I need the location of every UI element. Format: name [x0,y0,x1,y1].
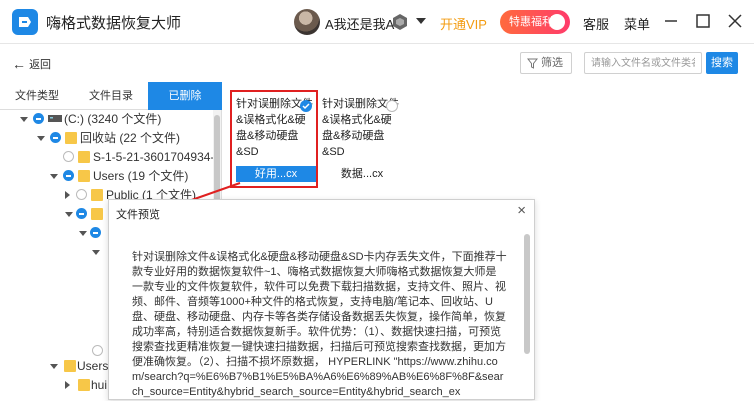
file-card[interactable]: 针对误删除文件&误格式化&硬盘&移动硬盘&SD 数据...cx [322,96,402,182]
toolbar: ← 返回 筛选 搜索 [0,44,754,82]
checkbox-partial-icon[interactable] [50,132,61,143]
promo-badge[interactable]: 特惠福利 [500,10,570,34]
expand-icon[interactable] [20,117,28,122]
title-bar: 嗨格式数据恢复大师 A我还是我A 开通VIP 特惠福利 客服 菜单 [0,0,754,44]
preview-content: 针对误删除文件&误格式化&硬盘&移动硬盘&SD卡内存丢失文件，下面推荐十款专业好… [132,251,507,398]
preview-title: 文件预览 [116,209,160,221]
checkbox-partial-icon[interactable] [33,113,44,124]
close-icon[interactable] [726,12,744,30]
checkbox-icon[interactable] [92,345,103,356]
tab-file-directory[interactable]: 文件目录 [74,82,148,110]
folder-icon [65,132,77,144]
folder-icon [78,170,90,182]
annotation-highlight-box [230,90,318,188]
menu-button[interactable]: 菜单 [624,14,650,33]
folder-icon [78,379,90,391]
tree-node-label: Users [77,359,109,373]
gift-icon [549,14,565,30]
back-label: 返回 [29,59,52,71]
tree-node-label: (C:) (3240 个文件) [64,112,162,126]
vip-link[interactable]: 开通VIP [440,14,487,33]
checkbox-icon[interactable] [76,189,87,200]
hexagon-badge-icon [393,14,407,30]
view-tabs: 文件类型 文件目录 已删除 [0,82,222,110]
service-button[interactable]: 客服 [583,14,609,33]
folder-icon [64,360,76,372]
tree-node-label: Users (19 个文件) [93,169,189,183]
expand-icon[interactable] [37,136,45,141]
arrow-left-icon: ← [12,56,26,72]
app-logo-icon [12,9,38,35]
avatar[interactable] [294,9,320,35]
checkbox-partial-icon[interactable] [63,170,74,181]
filter-label: 筛选 [541,57,563,69]
expand-icon[interactable] [50,174,58,179]
checkbox-icon[interactable] [63,151,74,162]
chevron-down-icon[interactable] [416,18,426,24]
checkbox-partial-icon[interactable] [90,227,101,238]
expand-icon[interactable] [65,191,70,199]
folder-icon [91,189,103,201]
file-card-name: 数据...cx [340,168,384,180]
folder-icon [91,208,103,220]
expand-icon[interactable] [79,231,87,236]
tab-deleted[interactable]: 已删除 [148,82,222,110]
tab-file-type[interactable]: 文件类型 [0,82,74,110]
back-button[interactable]: ← 返回 [12,56,51,72]
file-preview-dialog: 文件预览 × 针对误删除文件&误格式化&硬盘&移动硬盘&SD卡内存丢失文件，下面… [108,199,535,400]
tree-node-label: S-1-5-21-3601704934- [93,150,215,164]
checkbox-icon[interactable] [386,100,398,112]
folder-icon [78,151,90,163]
app-title: 嗨格式数据恢复大师 [46,15,182,32]
search-input[interactable] [584,52,702,74]
drive-icon [48,115,62,122]
preview-scrollbar[interactable] [524,234,530,354]
close-icon[interactable]: × [517,203,526,219]
filter-button[interactable]: 筛选 [520,52,572,74]
maximize-icon[interactable] [694,12,712,30]
checkbox-partial-icon[interactable] [76,208,87,219]
tree-node-label: hui [91,378,108,392]
tree-node-label: 回收站 (22 个文件) [80,131,181,145]
expand-icon[interactable] [65,212,73,217]
promo-badge-label: 特惠福利 [509,16,553,28]
search-button[interactable]: 搜索 [706,52,738,74]
expand-icon[interactable] [92,250,100,255]
expand-icon[interactable] [50,364,58,369]
minimize-icon[interactable] [662,12,680,30]
username[interactable]: A我还是我A [325,14,394,33]
filter-icon [527,58,538,69]
expand-icon[interactable] [65,381,70,389]
